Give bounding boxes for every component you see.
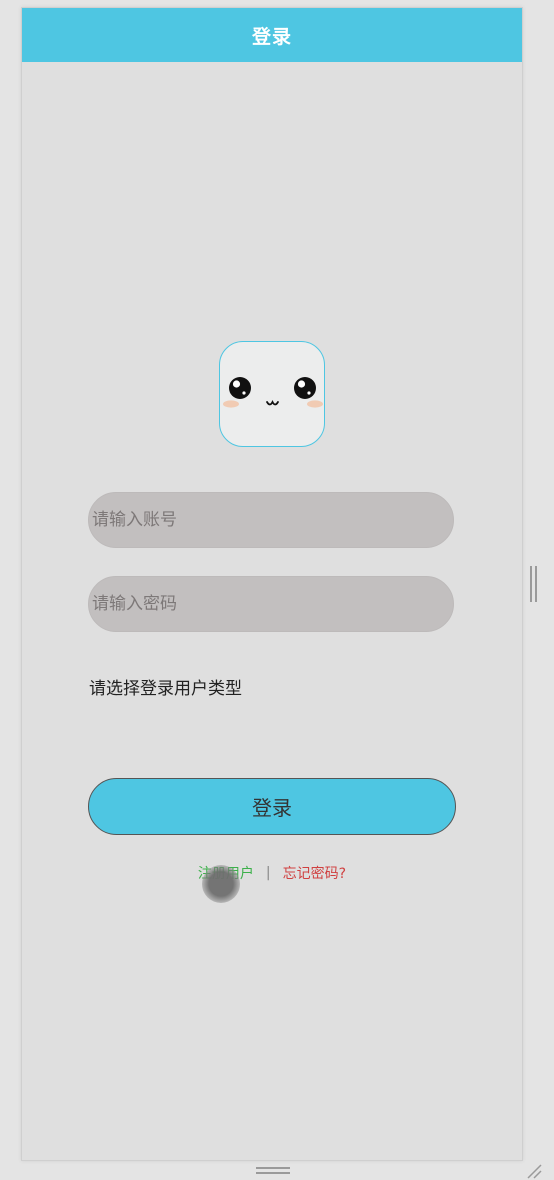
link-separator: | [265, 865, 271, 881]
login-button[interactable]: 登录 [88, 778, 456, 835]
touch-indicator-icon [202, 865, 240, 903]
password-input[interactable] [88, 576, 454, 632]
user-type-label: 请选择登录用户类型 [89, 679, 242, 699]
forgot-password-link[interactable]: 忘记密码? [283, 863, 346, 883]
bottom-resize-handle-icon[interactable] [256, 1167, 290, 1177]
app-header: 登录 [22, 8, 522, 62]
cute-face-icon [223, 377, 323, 408]
auth-links: 注册用户 | 忘记密码? [22, 863, 522, 883]
page-title: 登录 [251, 25, 292, 48]
resize-corner-icon[interactable] [526, 1163, 542, 1179]
side-resize-handle-icon[interactable] [530, 566, 538, 602]
avatar [219, 341, 325, 447]
phone-screen: 登录 请选择登录用户类型 登录 注册用户 | 忘记密码? [21, 7, 523, 1161]
account-input[interactable] [88, 492, 454, 548]
